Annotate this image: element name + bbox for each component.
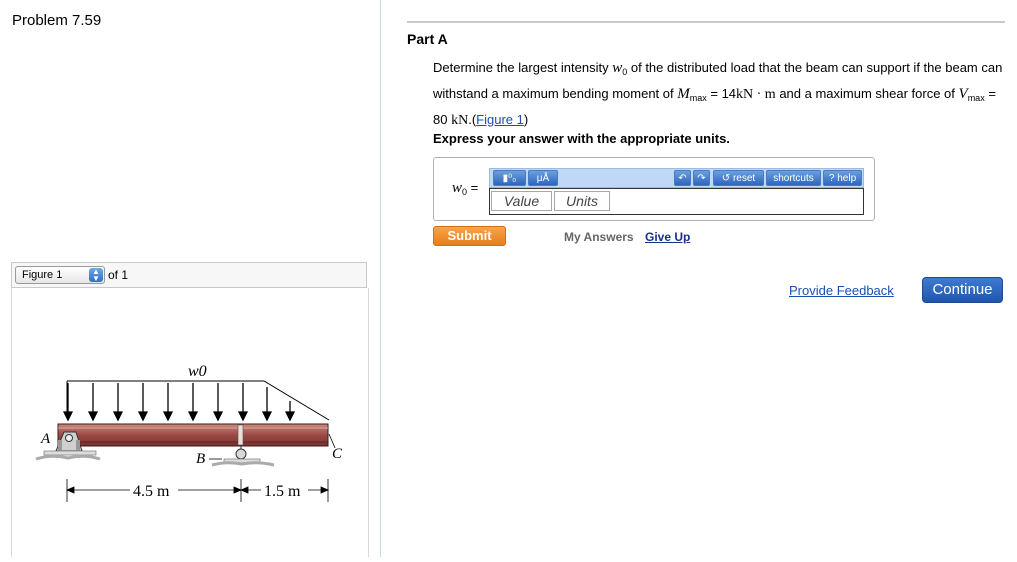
help-label: help	[837, 173, 857, 184]
instructions: Express your answer with the appropriate…	[433, 131, 730, 146]
unit-kn: kN	[451, 113, 469, 128]
question-part-6: .(	[468, 112, 477, 127]
label-c: C	[332, 446, 343, 462]
problem-title: Problem 7.59	[12, 12, 102, 29]
figure-count: of 1	[108, 268, 129, 282]
label-w0: w0	[188, 363, 207, 380]
figure-link[interactable]: Figure 1	[476, 112, 524, 127]
select-arrows-icon: ▲ ▼	[89, 268, 103, 283]
beam-diagram: w0 A B C 4.5 m 1.5 m	[35, 363, 343, 502]
part-title: Part A	[407, 31, 448, 47]
templates-button[interactable]: ▮⁰₀	[493, 170, 526, 186]
mmax-symbol: Mmax	[677, 86, 707, 103]
redo-button[interactable]: ↷	[693, 170, 710, 186]
label-b: B	[196, 451, 205, 467]
w0-symbol: w0	[612, 60, 628, 77]
answer-box: w0 = ▮⁰₀ μÅ ↶ ↷ ↺ reset shortcuts ? help…	[433, 157, 875, 221]
equation-toolbar: ▮⁰₀ μÅ ↶ ↷ ↺ reset shortcuts ? help	[489, 168, 864, 188]
figure-nav-bar: Figure 1 ▲ ▼ of 1	[11, 262, 367, 288]
redo-icon: ↷	[697, 173, 706, 184]
label-a: A	[40, 431, 51, 447]
beam	[57, 423, 329, 447]
reset-label: reset	[732, 173, 756, 184]
answer-input-row: Value Units	[489, 188, 864, 215]
templates-icon: ▮⁰₀	[502, 173, 517, 184]
question-text: Determine the largest intensity w0 of th…	[433, 57, 1003, 131]
undo-icon: ↶	[678, 173, 687, 184]
right-pane: Part A Determine the largest intensity w…	[381, 0, 1017, 557]
help-icon: ?	[828, 173, 835, 184]
my-answers-link[interactable]: My Answers	[564, 230, 634, 244]
shortcuts-label: shortcuts	[773, 173, 814, 184]
help-button[interactable]: ? help	[823, 170, 862, 186]
question-part-7: )	[523, 112, 529, 127]
top-divider	[407, 21, 1005, 23]
undo-button[interactable]: ↶	[674, 170, 691, 186]
answer-variable-label: w0 =	[452, 180, 479, 197]
figure-frame: w0 A B C 4.5 m 1.5 m	[11, 288, 369, 557]
beam-stiffener	[237, 424, 244, 446]
figure-select-label: Figure 1	[22, 269, 63, 281]
value-input[interactable]: Value	[491, 191, 552, 211]
vmax-symbol: Vmax	[958, 86, 985, 103]
give-up-link[interactable]: Give Up	[645, 230, 690, 244]
unit-knm: kN · m	[736, 87, 776, 102]
load-arrows	[62, 383, 296, 422]
question-part-1: Determine the largest intensity	[433, 60, 609, 75]
left-pane: Problem 7.59 Figure 1 ▲ ▼ of 1 w0 A B C …	[0, 0, 381, 557]
load-slope-line	[263, 380, 330, 421]
question-part-4: and a maximum shear force of	[775, 86, 959, 101]
roller-support-b	[211, 446, 275, 467]
reset-button[interactable]: ↺ reset	[713, 170, 764, 186]
units-input[interactable]: Units	[554, 191, 610, 211]
continue-button[interactable]: Continue	[922, 277, 1003, 303]
units-icon: μÅ	[536, 173, 550, 184]
dimension-4-5m: 4.5 m	[133, 483, 170, 500]
figure-select[interactable]: Figure 1 ▲ ▼	[15, 266, 105, 284]
units-button[interactable]: μÅ	[528, 170, 558, 186]
submit-button[interactable]: Submit	[433, 226, 506, 246]
provide-feedback-link[interactable]: Provide Feedback	[789, 283, 894, 298]
question-part-3: = 14	[706, 86, 737, 101]
shortcuts-button[interactable]: shortcuts	[766, 170, 821, 186]
dimension-1-5m: 1.5 m	[264, 483, 301, 500]
